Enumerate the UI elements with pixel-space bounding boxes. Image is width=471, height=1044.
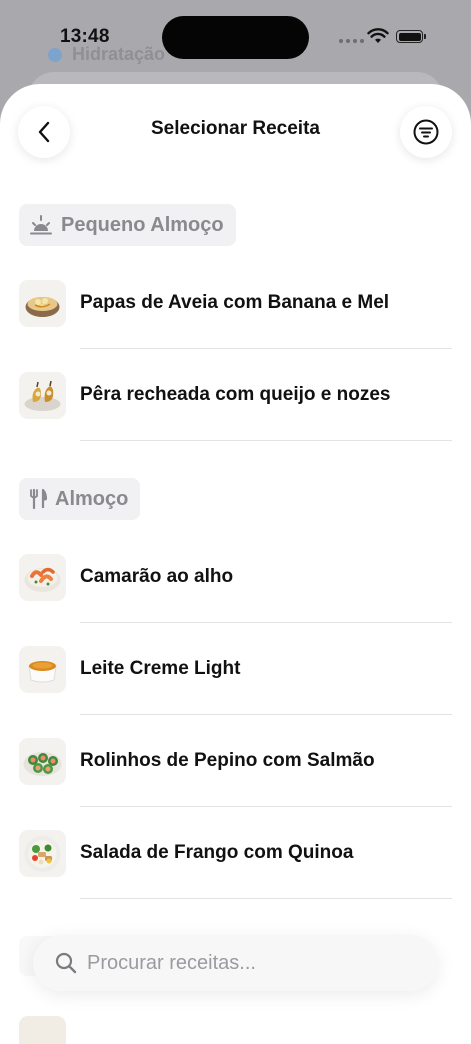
section-title: Almoço bbox=[55, 487, 129, 510]
recipe-name: Papas de Aveia com Banana e Mel bbox=[80, 292, 390, 313]
garlic-shrimp-image bbox=[19, 554, 66, 601]
row-divider bbox=[80, 806, 452, 807]
filter-lines-icon bbox=[413, 119, 439, 145]
row-divider bbox=[80, 348, 452, 349]
sunrise-icon bbox=[30, 215, 52, 235]
row-divider bbox=[80, 440, 452, 441]
recipe-row[interactable]: Camarão ao alho bbox=[0, 554, 471, 646]
recipe-row[interactable]: Papas de Aveia com Banana e Mel bbox=[0, 280, 471, 372]
dynamic-island bbox=[162, 16, 309, 59]
oatmeal-bowl-image bbox=[19, 280, 66, 327]
battery-icon bbox=[396, 30, 426, 43]
recipe-name: Camarão ao alho bbox=[80, 566, 234, 587]
stuffed-pear-image bbox=[19, 372, 66, 419]
background-item-label: Hidratação bbox=[72, 44, 166, 64]
recipe-row[interactable]: Salada de Frango com Quinoa bbox=[0, 830, 471, 922]
recipe-row[interactable]: Pêra recheada com queijo e nozes bbox=[0, 372, 471, 464]
filter-button[interactable] bbox=[400, 106, 452, 158]
recipe-picker-sheet: Selecionar Receita Pequeno Almoço Papas … bbox=[0, 84, 471, 1044]
recipe-name: Leite Creme Light bbox=[80, 658, 241, 679]
recipe-name: Salada de Frango com Quinoa bbox=[80, 842, 354, 863]
recipe-row[interactable]: Rolinhos de Pepino com Salmão bbox=[0, 738, 471, 830]
section-header-almoco: Almoço bbox=[19, 478, 141, 520]
recipe-image-partial bbox=[19, 1016, 66, 1044]
section-title: Pequeno Almoço bbox=[61, 213, 224, 236]
section-header-pequeno-almoco: Pequeno Almoço bbox=[19, 204, 236, 246]
background-item: Hidratação bbox=[48, 44, 165, 65]
cellular-signal-icon bbox=[339, 39, 364, 43]
cucumber-salmon-rolls-image bbox=[19, 738, 66, 785]
recipe-name: Pêra recheada com queijo e nozes bbox=[80, 384, 391, 405]
water-drop-icon bbox=[48, 47, 62, 62]
recipe-row[interactable]: Leite Creme Light bbox=[0, 646, 471, 738]
row-divider bbox=[80, 622, 452, 623]
chicken-quinoa-salad-image bbox=[19, 830, 66, 877]
wifi-icon bbox=[367, 28, 389, 43]
row-divider bbox=[80, 714, 452, 715]
search-bar[interactable] bbox=[33, 935, 438, 991]
recipe-name: Rolinhos de Pepino com Salmão bbox=[80, 750, 375, 771]
fork-knife-icon bbox=[30, 488, 47, 510]
creme-brulee-image bbox=[19, 646, 66, 693]
row-divider bbox=[80, 898, 452, 899]
search-icon bbox=[55, 952, 77, 974]
search-input[interactable] bbox=[87, 935, 417, 991]
